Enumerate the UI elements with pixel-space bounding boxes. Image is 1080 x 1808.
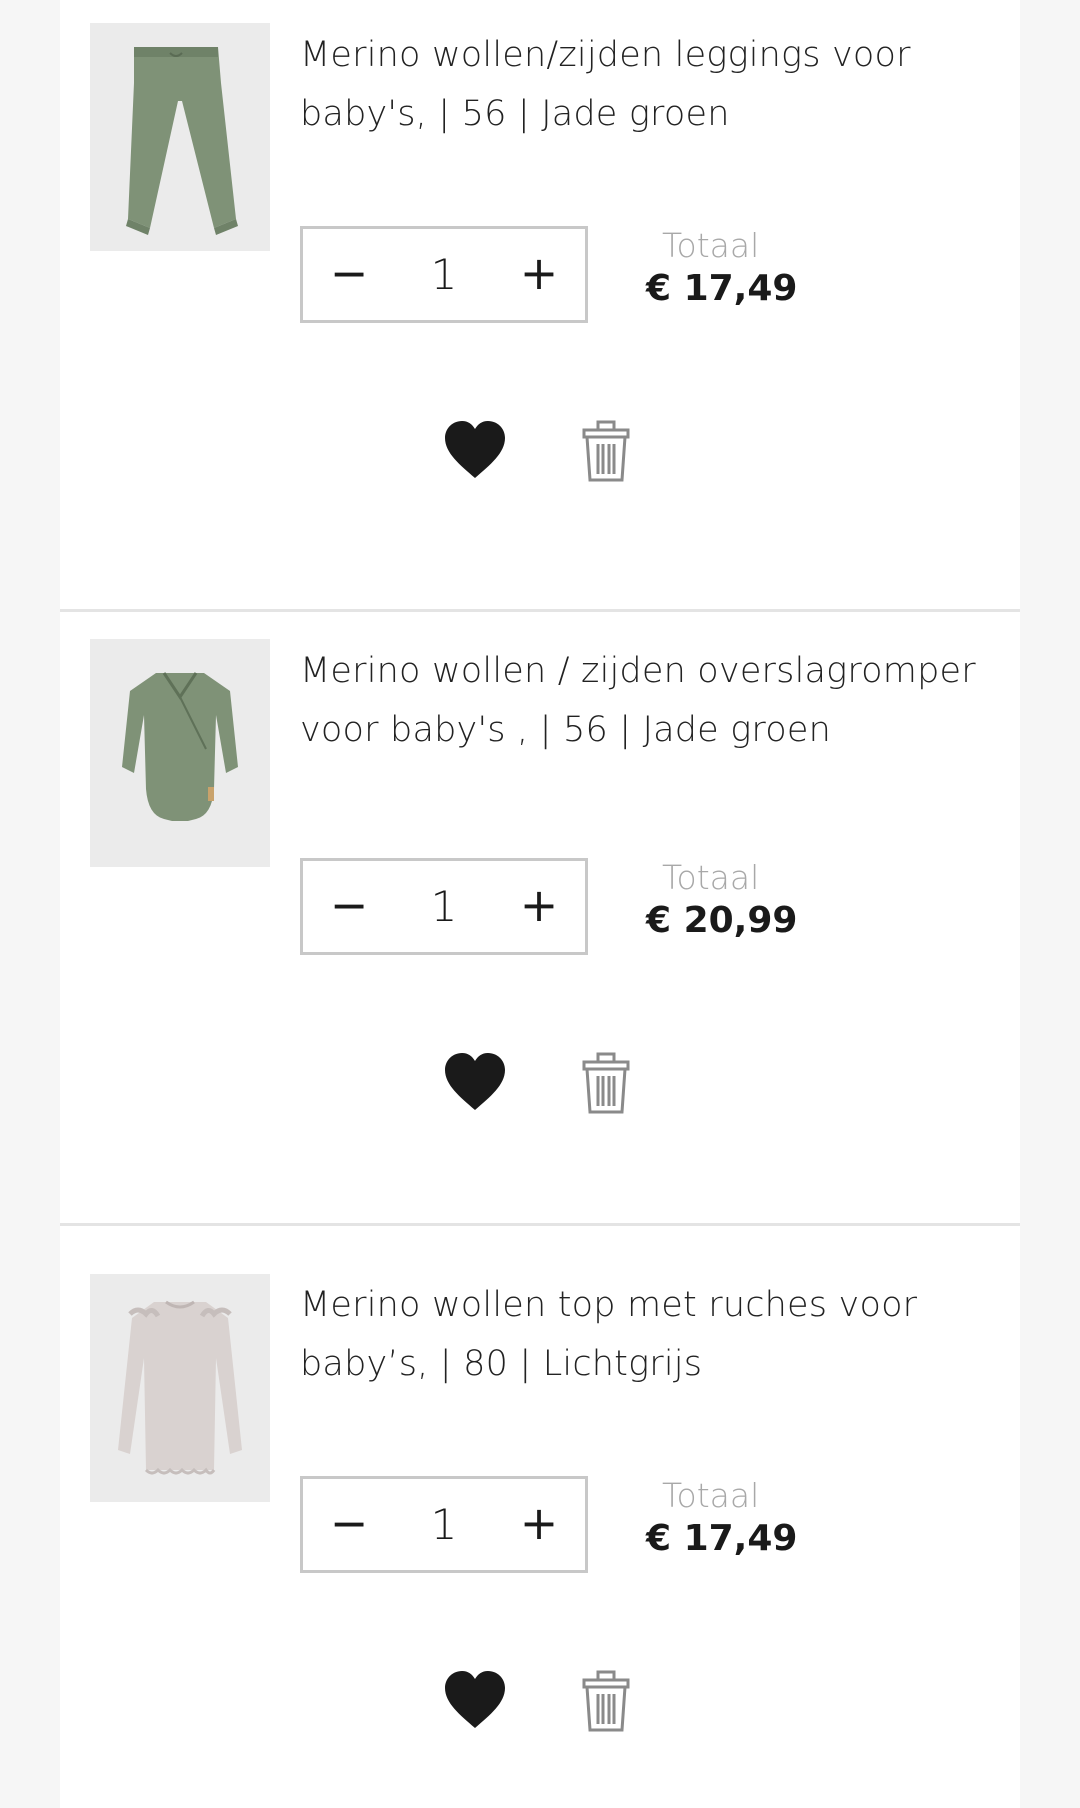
quantity-stepper: − 1 + xyxy=(300,858,588,955)
favorite-button[interactable] xyxy=(440,1048,510,1118)
ruffle-top-image xyxy=(90,1274,270,1502)
total-label: Totaal xyxy=(662,1476,760,1515)
delete-button[interactable] xyxy=(571,1048,641,1118)
delete-button[interactable] xyxy=(571,1666,641,1736)
favorite-button[interactable] xyxy=(440,1666,510,1736)
trash-icon xyxy=(582,420,630,482)
cart-item: Merino wollen / zijden overslagromper vo… xyxy=(60,612,1020,1226)
increase-quantity-button[interactable]: + xyxy=(493,1479,585,1570)
total-label: Totaal xyxy=(662,226,760,265)
favorite-button[interactable] xyxy=(440,416,510,486)
quantity-value[interactable]: 1 xyxy=(395,1479,493,1570)
total-block: Totaal € 17,49 xyxy=(646,1476,866,1562)
quantity-stepper: − 1 + xyxy=(300,1476,588,1573)
cart-item: Merino wollen top met ruches voor baby’s… xyxy=(60,1226,1020,1808)
decrease-quantity-button[interactable]: − xyxy=(303,1479,395,1570)
trash-icon xyxy=(582,1670,630,1732)
product-title[interactable]: Merino wollen / zijden overslagromper vo… xyxy=(300,642,1000,760)
total-price: € 17,49 xyxy=(646,1518,798,1559)
quantity-stepper: − 1 + xyxy=(300,226,588,323)
leggings-image xyxy=(90,23,270,251)
product-title[interactable]: Merino wollen/zijden leggings voor baby'… xyxy=(300,26,1000,144)
quantity-value[interactable]: 1 xyxy=(395,229,493,320)
product-image-ruffle-top[interactable] xyxy=(90,1274,270,1502)
quantity-value[interactable]: 1 xyxy=(395,861,493,952)
cart-panel: Merino wollen/zijden leggings voor baby'… xyxy=(60,0,1020,1808)
decrease-quantity-button[interactable]: − xyxy=(303,861,395,952)
total-block: Totaal € 20,99 xyxy=(646,858,866,944)
cart-item: Merino wollen/zijden leggings voor baby'… xyxy=(60,0,1020,612)
total-block: Totaal € 17,49 xyxy=(646,226,866,312)
total-price: € 20,99 xyxy=(646,900,798,941)
product-image-leggings[interactable] xyxy=(90,23,270,251)
product-title[interactable]: Merino wollen top met ruches voor baby’s… xyxy=(300,1276,1000,1394)
decrease-quantity-button[interactable]: − xyxy=(303,229,395,320)
total-label: Totaal xyxy=(662,858,760,897)
heart-icon xyxy=(445,421,505,478)
delete-button[interactable] xyxy=(571,416,641,486)
trash-icon xyxy=(582,1052,630,1114)
heart-icon xyxy=(445,1053,505,1110)
increase-quantity-button[interactable]: + xyxy=(493,229,585,320)
romper-image xyxy=(90,639,270,867)
total-price: € 17,49 xyxy=(646,268,798,309)
product-image-romper[interactable] xyxy=(90,639,270,867)
heart-icon xyxy=(445,1671,505,1728)
increase-quantity-button[interactable]: + xyxy=(493,861,585,952)
